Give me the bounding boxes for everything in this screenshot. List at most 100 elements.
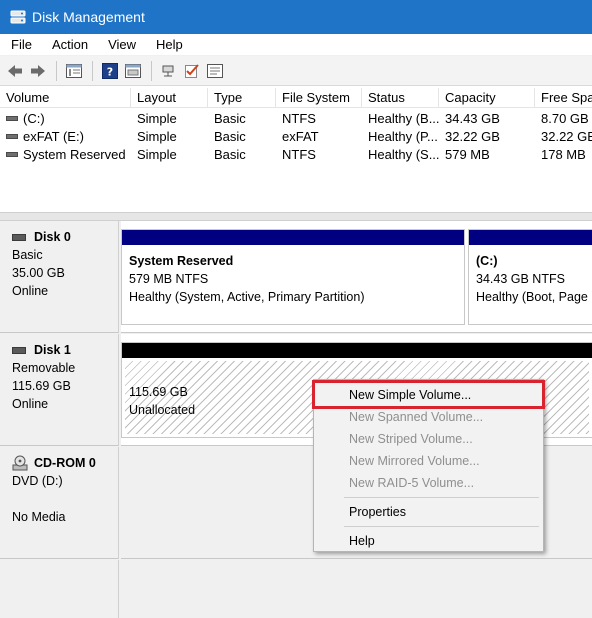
disk-type: Basic <box>12 248 43 262</box>
file-system-cell: exFAT <box>282 129 319 144</box>
volume-list: Volume Layout Type File System Status Ca… <box>0 88 592 212</box>
check-icon <box>185 63 199 78</box>
title-bar: Disk Management <box>0 0 592 34</box>
menu-item-new-spanned-volume[interactable]: New Spanned Volume... <box>316 406 541 428</box>
partition-name: System Reserved <box>129 254 234 268</box>
partition-name: (C:) <box>476 254 498 268</box>
pane-splitter[interactable] <box>0 212 592 221</box>
help-icon: ? <box>102 62 118 79</box>
disk-status: Online <box>12 284 49 298</box>
primary-partition-bar <box>469 230 592 245</box>
disk-label-disk-0[interactable]: Disk 0 Basic 35.00 GB Online <box>0 221 119 333</box>
disk-0-partitions: System Reserved 579 MB NTFS Healthy (Sys… <box>121 221 592 333</box>
unallocated-bar <box>122 343 592 358</box>
disk-row-disk-0: Disk 0 Basic 35.00 GB Online System Rese… <box>0 221 592 333</box>
capacity-cell: 579 MB <box>445 147 490 162</box>
empty-disk-area <box>0 560 592 618</box>
file-system-cell: NTFS <box>282 111 316 126</box>
volume-drive-icon <box>6 151 18 157</box>
volume-cell: exFAT (E:) <box>0 128 131 146</box>
menu-item-properties[interactable]: Properties <box>316 501 541 523</box>
volume-cell: System Reserved <box>0 146 131 164</box>
free-space-cell: 178 MB <box>541 147 586 162</box>
menu-item-help[interactable]: Help <box>316 530 541 552</box>
column-header-type[interactable]: Type <box>208 88 276 108</box>
connect-icon <box>162 65 174 76</box>
disk-name-row: Disk 1 <box>12 341 118 359</box>
connect-button[interactable] <box>158 60 180 82</box>
svg-text:?: ? <box>107 65 113 78</box>
disk-name-row: Disk 0 <box>12 228 118 246</box>
type-cell: Basic <box>214 129 246 144</box>
disk-icon <box>12 346 26 354</box>
table-row[interactable]: System Reserved Simple Basic NTFS Health… <box>0 146 592 164</box>
back-button[interactable] <box>4 60 26 82</box>
capacity-cell: 32.22 GB <box>445 129 500 144</box>
column-header-capacity[interactable]: Capacity <box>439 88 535 108</box>
table-row[interactable]: exFAT (E:) Simple Basic exFAT Healthy (P… <box>0 128 592 146</box>
console-icon <box>125 63 141 78</box>
volume-name: (C:) <box>23 111 45 126</box>
menu-item-new-striped-volume[interactable]: New Striped Volume... <box>316 428 541 450</box>
column-header-free-space[interactable]: Free Spa <box>535 88 592 108</box>
partition-info: (C:) 34.43 GB NTFS Healthy (Boot, Page F… <box>472 248 589 321</box>
disk-type: DVD (D:) <box>12 474 63 488</box>
cd-rom-icon <box>12 455 28 471</box>
help-button[interactable]: ? <box>99 60 121 82</box>
menu-help[interactable]: Help <box>145 37 192 52</box>
forward-button[interactable] <box>27 60 49 82</box>
volume-cell: (C:) <box>0 110 131 128</box>
menu-file[interactable]: File <box>0 37 41 52</box>
disk-size: 115.69 GB <box>12 379 71 393</box>
volume-name: System Reserved <box>23 147 126 162</box>
partition-size-fs: 34.43 GB NTFS <box>476 272 565 286</box>
toolbar-separator <box>56 60 57 81</box>
menu-item-new-mirrored-volume[interactable]: New Mirrored Volume... <box>316 450 541 472</box>
menu-view[interactable]: View <box>97 37 145 52</box>
disk-size <box>12 490 118 508</box>
volume-drive-icon <box>6 115 18 121</box>
console-button[interactable] <box>122 60 144 82</box>
toolbar: ? <box>0 56 592 86</box>
highlight-box <box>312 380 545 409</box>
free-space-cell: 8.70 GB <box>541 111 589 126</box>
menu-action[interactable]: Action <box>41 37 97 52</box>
back-arrow-icon <box>8 64 22 77</box>
toolbar-separator <box>92 60 93 81</box>
disk-size: 35.00 GB <box>12 266 65 280</box>
menu-separator <box>344 497 539 498</box>
empty-label-column <box>0 560 119 618</box>
volume-list-icon <box>66 63 82 78</box>
disk-status: Online <box>12 397 49 411</box>
properties-button[interactable] <box>204 60 226 82</box>
column-header-status[interactable]: Status <box>362 88 439 108</box>
column-header-file-system[interactable]: File System <box>276 88 362 108</box>
menu-item-new-raid-5-volume[interactable]: New RAID-5 Volume... <box>316 472 541 494</box>
disk-management-app-icon <box>10 10 26 24</box>
partition-info: System Reserved 579 MB NTFS Healthy (Sys… <box>125 248 461 321</box>
disk-name: Disk 1 <box>34 343 71 357</box>
disk-name: Disk 0 <box>34 230 71 244</box>
layout-cell: Simple <box>137 111 177 126</box>
disk-label-cd-rom-0[interactable]: CD-ROM 0 DVD (D:) No Media <box>0 447 119 559</box>
disk-icon <box>12 233 26 241</box>
toolbar-separator <box>151 60 152 81</box>
show-hide-console-tree-button[interactable] <box>63 60 85 82</box>
file-system-cell: NTFS <box>282 147 316 162</box>
disk-label-disk-1[interactable]: Disk 1 Removable 115.69 GB Online <box>0 334 119 446</box>
disk-name-row: CD-ROM 0 <box>12 454 118 472</box>
free-space-cell: 32.22 GB <box>541 129 592 144</box>
partition-status: Healthy (Boot, Page File, Crash Dump, Pr… <box>476 290 589 304</box>
partition-system-reserved[interactable]: System Reserved 579 MB NTFS Healthy (Sys… <box>121 229 465 325</box>
menu-separator <box>344 526 539 527</box>
capacity-cell: 34.43 GB <box>445 111 500 126</box>
check-button[interactable] <box>181 60 203 82</box>
table-row[interactable]: (C:) Simple Basic NTFS Healthy (B... 34.… <box>0 110 592 128</box>
primary-partition-bar <box>122 230 464 245</box>
status-cell: Healthy (S... <box>368 147 439 162</box>
partition-c-drive[interactable]: (C:) 34.43 GB NTFS Healthy (Boot, Page F… <box>468 229 592 325</box>
properties-icon <box>207 63 223 78</box>
column-header-volume[interactable]: Volume <box>0 88 131 108</box>
column-header-layout[interactable]: Layout <box>131 88 208 108</box>
disk-status: No Media <box>12 510 66 524</box>
